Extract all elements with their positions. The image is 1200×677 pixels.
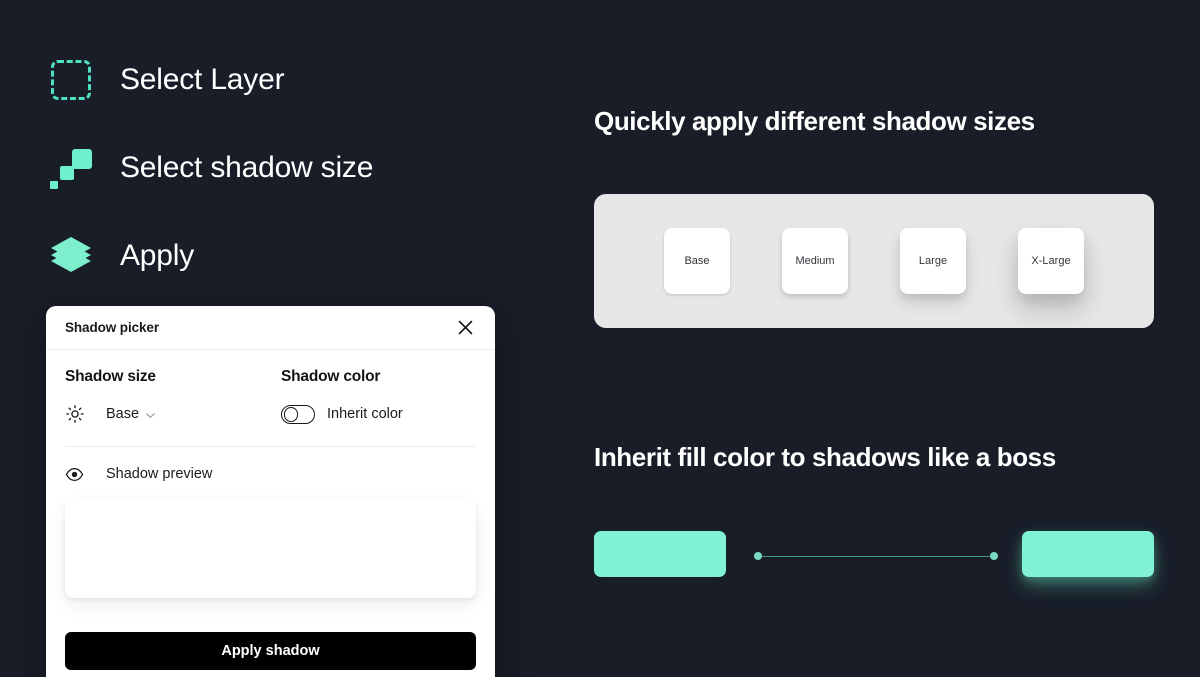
- right-column: Quickly apply different shadow sizes Bas…: [594, 0, 1200, 677]
- steps-list: Select Layer Select shadow size Apply: [48, 36, 518, 300]
- shadow-color-heading: Shadow color: [281, 368, 381, 385]
- shadow-size-group: Shadow size Base: [65, 368, 281, 425]
- apply-shadow-button[interactable]: Apply shadow: [65, 632, 476, 670]
- shadow-size-value: Base: [106, 406, 140, 422]
- shadow-card-medium[interactable]: Medium: [782, 228, 848, 294]
- step-item-select-shadow-size[interactable]: Select shadow size: [48, 124, 518, 212]
- section-title-inherit-color: Inherit fill color to shadows like a bos…: [594, 442, 1056, 472]
- inherit-color-toggle[interactable]: [281, 404, 315, 424]
- inherit-color-label: Inherit color: [327, 406, 403, 422]
- left-column: Select Layer Select shadow size Apply Sh…: [0, 0, 560, 677]
- panel-title: Shadow picker: [65, 320, 159, 335]
- shadow-picker-body: Shadow size Base Shadow color Inherit co…: [46, 350, 495, 446]
- eye-icon: [65, 465, 84, 484]
- connector-line: [754, 552, 998, 561]
- chevron-down-icon: [145, 409, 156, 420]
- step-label: Apply: [120, 239, 195, 272]
- growing-squares-icon: [48, 145, 94, 191]
- step-label: Select Layer: [120, 63, 285, 96]
- shadow-card-xlarge[interactable]: X-Large: [1018, 228, 1084, 294]
- close-icon[interactable]: [454, 317, 476, 339]
- swatch-result-with-glow[interactable]: [1022, 531, 1154, 577]
- shadow-size-card-tray: Base Medium Large X-Large: [594, 194, 1154, 328]
- section-title-shadow-sizes: Quickly apply different shadow sizes: [594, 106, 1035, 136]
- selection-square-icon: [48, 57, 94, 103]
- shadow-size-heading: Shadow size: [65, 368, 156, 385]
- step-item-select-layer[interactable]: Select Layer: [48, 36, 518, 124]
- connector-dot-end: [990, 552, 998, 560]
- inherit-color-demo: [594, 505, 1154, 605]
- shadow-color-group: Shadow color Inherit color: [281, 368, 476, 425]
- layers-stack-icon: [48, 233, 94, 279]
- connector-dot-start: [754, 552, 762, 560]
- shadow-card-large[interactable]: Large: [900, 228, 966, 294]
- shadow-preview-label: Shadow preview: [106, 466, 213, 482]
- shadow-card-base[interactable]: Base: [664, 228, 730, 294]
- step-label: Select shadow size: [120, 151, 374, 184]
- swatch-source[interactable]: [594, 531, 726, 577]
- shadow-size-select[interactable]: Base: [106, 406, 156, 422]
- shadow-preview-box: [65, 500, 476, 598]
- shadow-picker-header: Shadow picker: [46, 306, 495, 349]
- shadow-picker-panel: Shadow picker Shadow size Base Shadow co…: [46, 306, 495, 677]
- step-item-apply[interactable]: Apply: [48, 212, 518, 300]
- sun-brightness-icon: [65, 404, 85, 424]
- shadow-preview-section: Shadow preview: [46, 447, 495, 598]
